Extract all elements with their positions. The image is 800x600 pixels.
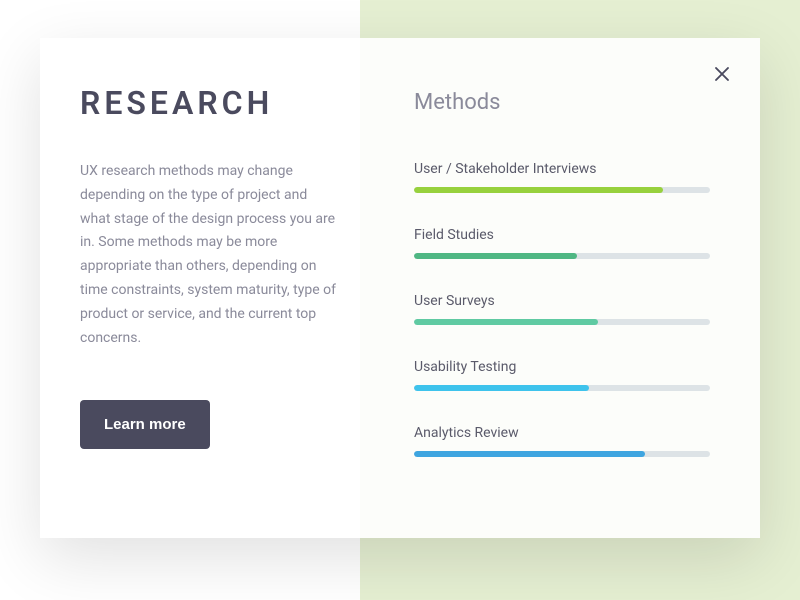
progress-track <box>414 451 710 457</box>
method-label: User / Stakeholder Interviews <box>414 161 710 177</box>
method-label: Field Studies <box>414 227 710 243</box>
method-label: User Surveys <box>414 293 710 309</box>
progress-track <box>414 187 710 193</box>
progress-fill <box>414 253 577 259</box>
progress-fill <box>414 385 589 391</box>
card-right-column: Methods User / Stakeholder Interviews Fie… <box>380 38 760 538</box>
card-left-column: RESEARCH UX research methods may change … <box>40 38 380 538</box>
method-label: Usability Testing <box>414 359 710 375</box>
close-icon <box>713 65 731 83</box>
method-label: Analytics Review <box>414 425 710 441</box>
progress-fill <box>414 451 645 457</box>
card-description: UX research methods may change depending… <box>80 160 340 350</box>
method-item: Analytics Review <box>414 425 710 457</box>
card-title: RESEARCH <box>80 84 340 122</box>
research-card: RESEARCH UX research methods may change … <box>40 38 760 538</box>
method-item: Field Studies <box>414 227 710 259</box>
method-item: User Surveys <box>414 293 710 325</box>
methods-heading: Methods <box>414 90 710 115</box>
progress-track <box>414 319 710 325</box>
methods-list: User / Stakeholder Interviews Field Studi… <box>414 161 710 457</box>
progress-track <box>414 253 710 259</box>
method-item: User / Stakeholder Interviews <box>414 161 710 193</box>
progress-fill <box>414 187 663 193</box>
close-button[interactable] <box>710 62 734 86</box>
method-item: Usability Testing <box>414 359 710 391</box>
progress-track <box>414 385 710 391</box>
learn-more-button[interactable]: Learn more <box>80 400 210 449</box>
progress-fill <box>414 319 598 325</box>
